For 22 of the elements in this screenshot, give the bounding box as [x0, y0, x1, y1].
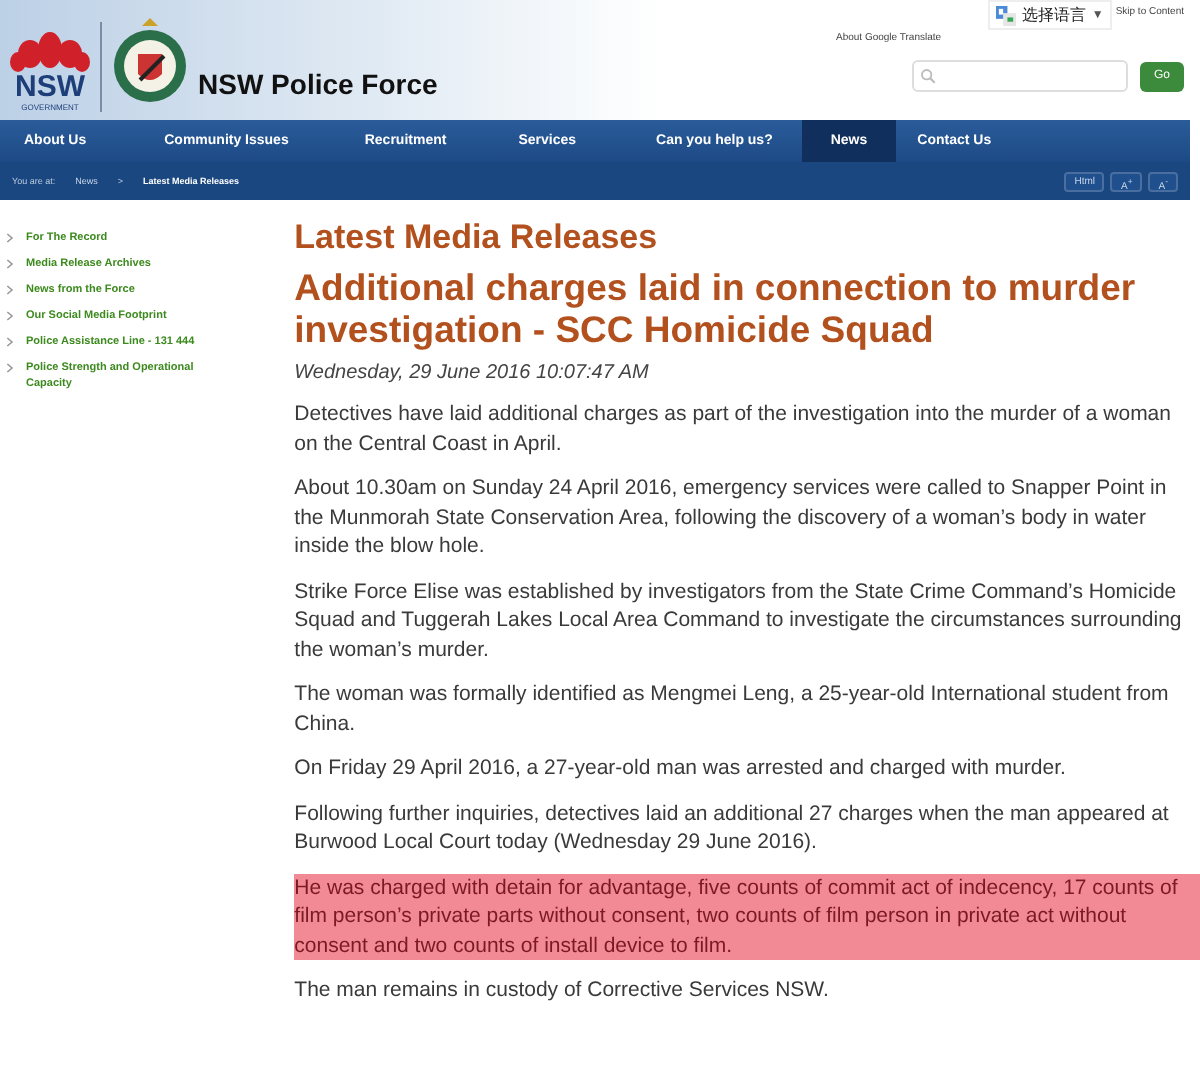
chevron-icon [6, 362, 14, 374]
search-field[interactable] [912, 60, 1128, 92]
police-badge-icon [110, 14, 190, 106]
search-icon [920, 68, 936, 84]
article-paragraph: The woman was formally identified as Mengmei Leng, a 25-year-old International student from China. [294, 680, 1171, 738]
article-paragraph: Following further inquiries, detectives laid an additional 27 charges when the man appeared at Burwood Local Court today (Wednesday 29 June 2016). [294, 799, 1171, 857]
article-paragraph: He was charged with detain for advantage, five counts of commit act of indecency, 17 counts of film person’s private parts without consent, two counts of film person in private act without consent and two counts of install device to film. [294, 873, 1200, 960]
chevron-icon [6, 336, 14, 348]
article-paragraph: On Friday 29 April 2016, a 27-year-old man was arrested and charged with murder. [294, 754, 1068, 783]
chevron-icon [6, 232, 14, 244]
chevron-icon [6, 258, 14, 270]
translate-icon [995, 5, 1016, 25]
section-title: Latest Media Releases [294, 218, 660, 258]
article-paragraph: Strike Force Elise was established by investigators from the State Crime Command’s Homicide Squad and Tuggerah Lakes Local Area Command to investigate the circumstances surrounding the woman’s murder. [294, 577, 1184, 664]
article-date: Wednesday, 29 June 2016 10:07:47 AM [294, 362, 651, 384]
article-paragraph: Detectives have laid additional charges as part of the investigation into the murder of a woman on the Central Coast in April. [294, 400, 1173, 458]
article-paragraph: The man remains in custody of Corrective Services NSW. [294, 976, 831, 1005]
site-title: NSW Police Force [198, 68, 438, 100]
article-headline: Additional charges laid in connection to murder investigation - SCC Homicide Squad [294, 266, 1138, 350]
chevron-icon [6, 284, 14, 296]
chevron-icon [6, 310, 14, 322]
article-paragraph: About 10.30am on Sunday 24 April 2016, emergency services were called to Snapper Point in the Munmorah State Conservation Area, following the discovery of a woman’s body in water inside the blow hole. [294, 474, 1169, 561]
